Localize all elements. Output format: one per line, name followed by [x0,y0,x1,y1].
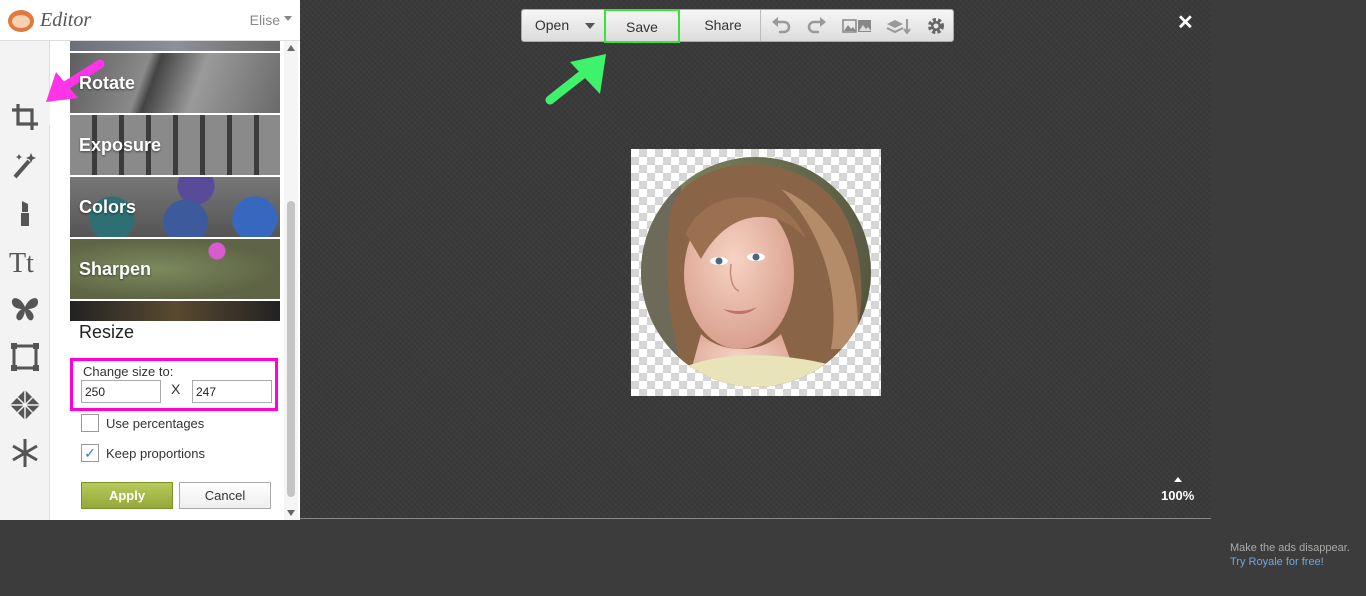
times-sign: X [171,381,181,397]
save-button[interactable]: Save [604,9,680,43]
resize-title: Resize [79,322,135,342]
share-button[interactable]: Share [692,10,754,41]
chevron-down-icon[interactable] [284,16,292,21]
compare-images-icon[interactable] [842,16,872,36]
edit-panel: Rotate Exposure Colors Sharpen Resize Ch… [50,41,300,520]
user-menu[interactable]: Elise [250,12,280,28]
keep-proportions-row[interactable]: ✓ Keep proportions [81,444,205,462]
effect-colors[interactable]: Colors [70,177,280,237]
size-highlight-box: Change size to: X [70,358,278,411]
app-title: Editor [40,9,92,31]
effect-label: Exposure [79,135,162,155]
effect-label: Colors [79,197,137,217]
effects-wand-icon[interactable] [6,146,44,184]
use-percentages-checkbox[interactable] [81,414,99,432]
try-royale-link[interactable]: Try Royale for free! [1230,555,1350,569]
effect-sharpen[interactable]: Sharpen [70,239,280,299]
svg-text:Tt: Tt [9,248,34,277]
top-toolbar: Open Save Share [521,9,954,43]
zoom-level[interactable]: 100% [1161,488,1194,503]
green-pointer-arrow-icon [545,54,606,105]
undo-icon[interactable] [770,16,792,36]
use-percentages-label: Use percentages [106,415,205,431]
layers-down-icon[interactable] [886,16,912,36]
keep-proportions-label: Keep proportions [106,445,206,461]
cancel-button[interactable]: Cancel [179,482,271,509]
tool-rail: Tt [0,41,50,520]
apply-button[interactable]: Apply [81,482,173,509]
cropped-portrait-image [641,157,871,387]
crop-tool-icon[interactable] [6,98,44,136]
scroll-thumb[interactable] [287,201,295,497]
app-header: Editor Elise [0,0,300,41]
monkey-logo-icon [8,9,34,32]
ad-note: Make the ads disappear. Try Royale for f… [1230,541,1350,569]
photo-canvas[interactable] [631,149,881,396]
panel-content: Rotate Exposure Colors Sharpen Resize Ch… [70,41,280,520]
use-percentages-row[interactable]: Use percentages [81,414,204,432]
scroll-up-icon[interactable] [287,45,295,51]
open-button[interactable]: Open [522,10,582,41]
touchup-lipstick-icon[interactable] [6,194,44,232]
keep-proportions-checkbox[interactable]: ✓ [81,444,99,462]
overlay-butterfly-icon[interactable] [6,290,44,328]
app-logo[interactable]: Editor [8,9,91,32]
scroll-down-icon[interactable] [287,510,295,516]
open-dropdown-icon[interactable] [585,23,595,29]
width-input[interactable] [81,380,161,403]
redo-icon[interactable] [806,16,828,36]
effect-label: Sharpen [79,259,152,279]
height-input[interactable] [192,380,272,403]
panel-scrollbar[interactable] [284,41,298,520]
effect-tile-top[interactable] [70,41,280,51]
settings-gear-icon[interactable] [925,16,947,36]
frame-icon[interactable] [6,338,44,376]
effect-label: Rotate [79,73,136,93]
zoom-up-icon[interactable] [1174,477,1182,482]
texture-icon[interactable] [6,386,44,424]
effect-exposure[interactable]: Exposure [70,115,280,175]
ad-text: Make the ads disappear. [1230,542,1350,554]
canvas-area: Open Save Share ✕ 100% [300,0,1211,519]
close-editor-icon[interactable]: ✕ [1177,10,1194,35]
effect-tile-partial[interactable] [70,301,280,321]
text-icon[interactable]: Tt [6,242,44,280]
change-size-label: Change size to: [83,364,174,379]
seasonal-snowflake-icon[interactable] [6,434,44,472]
